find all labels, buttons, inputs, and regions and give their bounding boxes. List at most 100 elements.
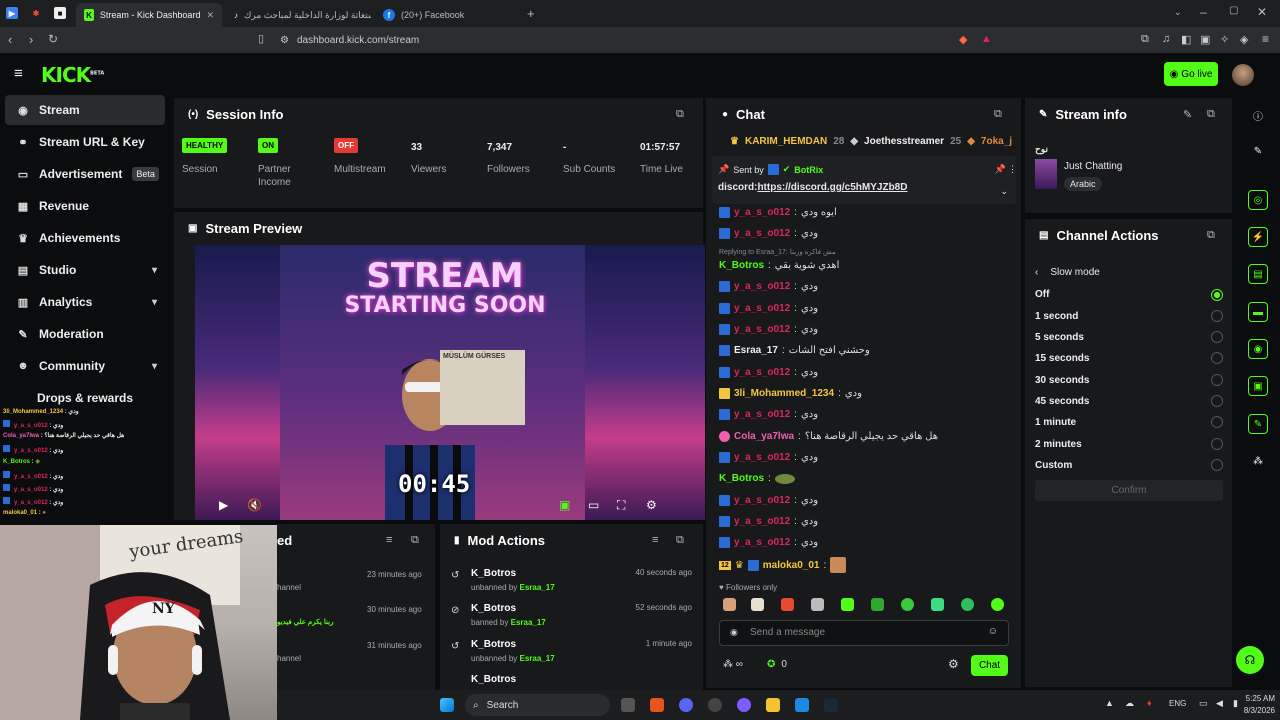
mute-icon[interactable]: 🔇 bbox=[247, 498, 262, 512]
clip-icon[interactable]: ▣ bbox=[559, 498, 570, 512]
tab-tiktok[interactable]: ♪ استغاثة لوزارة الداخلية لمباحث مرك bbox=[226, 3, 371, 27]
category-thumbnail[interactable] bbox=[1035, 159, 1057, 189]
sidebar-item-stream-url-key[interactable]: ⚭ Stream URL & Key bbox=[5, 127, 165, 157]
gifter-name[interactable]: KARIM_HEMDAN bbox=[745, 136, 827, 147]
chat-username[interactable]: y_a_s_o012 bbox=[734, 228, 790, 239]
new-tab-icon[interactable]: + bbox=[527, 6, 535, 21]
obs-taskbar-icon[interactable] bbox=[708, 698, 722, 712]
windows-start-icon[interactable] bbox=[440, 698, 454, 712]
theater-icon[interactable]: ▭ bbox=[588, 498, 599, 512]
chat-bubble-icon[interactable]: ▬ bbox=[1248, 302, 1268, 322]
tab-pin-icon[interactable]: ■ bbox=[54, 7, 66, 19]
minimize-icon[interactable]: – bbox=[1200, 5, 1207, 19]
unpin-icon[interactable]: 📌 bbox=[995, 164, 1006, 175]
slow-mode-radio[interactable] bbox=[1211, 374, 1223, 386]
tab-kick-dashboard[interactable]: K Stream - Kick Dashboard ✕ bbox=[76, 3, 222, 27]
slow-mode-radio[interactable] bbox=[1211, 416, 1223, 428]
emote-icon[interactable] bbox=[781, 598, 794, 611]
task-view-icon[interactable] bbox=[621, 698, 635, 712]
extensions-icon[interactable]: ⧉ bbox=[1141, 33, 1149, 46]
more-icon[interactable]: ⋮ bbox=[1008, 164, 1017, 175]
media-icon[interactable]: ♫ bbox=[1162, 33, 1170, 45]
app-icon[interactable]: ▶ bbox=[6, 7, 18, 19]
hamburger-icon[interactable]: ≡ bbox=[14, 65, 23, 82]
chat-username[interactable]: y_a_s_o012 bbox=[734, 495, 790, 506]
chat-username[interactable]: Cola_ya7lwa bbox=[734, 431, 794, 442]
discord-taskbar-icon[interactable] bbox=[679, 698, 693, 712]
slow-mode-radio[interactable] bbox=[1211, 438, 1223, 450]
reload-icon[interactable]: ↻ bbox=[48, 32, 58, 46]
slow-mode-option[interactable]: 15 seconds bbox=[1035, 353, 1089, 364]
slow-mode-option[interactable]: 1 minute bbox=[1035, 417, 1076, 428]
language-indicator[interactable]: ENG bbox=[1169, 699, 1186, 708]
clock[interactable]: 5:25 AM 8/3/2026 bbox=[1235, 693, 1275, 717]
chat-username[interactable]: 3li_Mohammed_1234 bbox=[734, 388, 834, 399]
menu-icon[interactable]: ≡ bbox=[1262, 32, 1269, 46]
edit-icon[interactable]: ✎ bbox=[1183, 108, 1192, 121]
emote-icon[interactable] bbox=[961, 598, 974, 611]
site-info-icon[interactable]: ⚙ bbox=[280, 35, 289, 46]
kick-logo[interactable]: KICKBETA bbox=[41, 63, 104, 87]
bookmark-icon[interactable]: ▯ bbox=[258, 32, 264, 45]
chat-username[interactable]: y_a_s_o012 bbox=[734, 537, 790, 548]
tab-list-chevron-icon[interactable]: ⌄ bbox=[1174, 7, 1182, 18]
play-icon[interactable]: ▶ bbox=[219, 498, 228, 512]
back-icon[interactable]: ‹ bbox=[8, 32, 12, 47]
avatar[interactable] bbox=[1232, 64, 1254, 86]
sidebar-item-revenue[interactable]: ▦ Revenue bbox=[5, 191, 165, 221]
slow-mode-option[interactable]: 30 seconds bbox=[1035, 375, 1089, 386]
emote-picker-icon[interactable]: ◉ bbox=[730, 627, 738, 638]
sidebar-item-studio[interactable]: ▤ Studio ▾ bbox=[5, 255, 165, 285]
brave-icon[interactable]: ✱ bbox=[30, 7, 42, 19]
headset-support-icon[interactable]: ☊ bbox=[1236, 646, 1264, 674]
filter-icon[interactable]: ≡ bbox=[652, 534, 658, 546]
chat-username[interactable]: y_a_s_o012 bbox=[734, 516, 790, 527]
slow-mode-radio[interactable] bbox=[1211, 352, 1223, 364]
url-field[interactable]: ⚙ dashboard.kick.com/stream bbox=[280, 31, 970, 49]
mic-icon[interactable]: ♦ bbox=[1147, 698, 1152, 708]
layout-icon[interactable]: ▣ bbox=[1248, 376, 1268, 396]
emote-icon[interactable] bbox=[991, 598, 1004, 611]
popout-icon[interactable]: ⧉ bbox=[676, 108, 684, 121]
emote-icon[interactable] bbox=[901, 598, 914, 611]
popout-icon[interactable]: ⧉ bbox=[411, 534, 419, 547]
slow-mode-radio[interactable] bbox=[1211, 331, 1223, 343]
chat-username[interactable]: y_a_s_o012 bbox=[734, 303, 790, 314]
taskbar-search[interactable]: ⌕ Search bbox=[465, 694, 610, 716]
chat-username[interactable]: y_a_s_o012 bbox=[734, 409, 790, 420]
leo-icon[interactable]: ✧ bbox=[1220, 33, 1229, 46]
chat-username[interactable]: maloka0_01 bbox=[763, 560, 820, 571]
sidebar-item-moderation[interactable]: ✎ Moderation bbox=[5, 319, 165, 349]
emote-icon[interactable] bbox=[931, 598, 944, 611]
wrench-icon[interactable]: ✎ bbox=[1248, 414, 1268, 434]
chat-username[interactable]: y_a_s_o012 bbox=[734, 281, 790, 292]
go-live-button[interactable]: ◉ Go live bbox=[1164, 62, 1218, 86]
chat-username[interactable]: Esraa_17 bbox=[734, 345, 778, 356]
chat-username[interactable]: y_a_s_o012 bbox=[734, 452, 790, 463]
slow-mode-radio[interactable] bbox=[1211, 289, 1223, 301]
slow-mode-option[interactable]: 2 minutes bbox=[1035, 439, 1082, 450]
users-icon[interactable]: ⁂ bbox=[1248, 451, 1268, 471]
close-window-icon[interactable]: ✕ bbox=[1257, 5, 1267, 19]
mod-user[interactable]: K_Botros bbox=[471, 674, 696, 685]
slow-mode-option[interactable]: 45 seconds bbox=[1035, 396, 1089, 407]
chat-username[interactable]: y_a_s_o012 bbox=[734, 367, 790, 378]
sidebar-item-community[interactable]: ☻ Community ▾ bbox=[5, 351, 165, 381]
chat-settings-icon[interactable]: ⚙ bbox=[948, 657, 959, 671]
popout-icon[interactable]: ⧉ bbox=[994, 108, 1002, 121]
smiley-icon[interactable]: ☺ bbox=[988, 626, 998, 637]
sidebar-item-stream[interactable]: ◉ Stream bbox=[5, 95, 165, 125]
vpn-icon[interactable]: ◈ bbox=[1240, 33, 1248, 46]
emote-icon[interactable] bbox=[723, 598, 736, 611]
slow-mode-option[interactable]: 1 second bbox=[1035, 311, 1078, 322]
brave-rewards-icon[interactable]: ▲ bbox=[981, 33, 992, 45]
brave-taskbar-icon[interactable] bbox=[650, 698, 664, 712]
mod-by[interactable]: Esraa_17 bbox=[520, 583, 555, 592]
chat-username[interactable]: y_a_s_o012 bbox=[734, 207, 790, 218]
lightning-icon[interactable]: ⚡ bbox=[1248, 227, 1268, 247]
sidebar-item-achievements[interactable]: ♛ Achievements bbox=[5, 223, 165, 253]
tray-chevron-icon[interactable]: ▲ bbox=[1105, 698, 1114, 708]
slow-mode-back[interactable]: ‹ Slow mode bbox=[1035, 267, 1100, 278]
cloud-icon[interactable]: ☁ bbox=[1125, 698, 1134, 709]
gifter-name[interactable]: Joethesstreamer bbox=[864, 136, 944, 147]
